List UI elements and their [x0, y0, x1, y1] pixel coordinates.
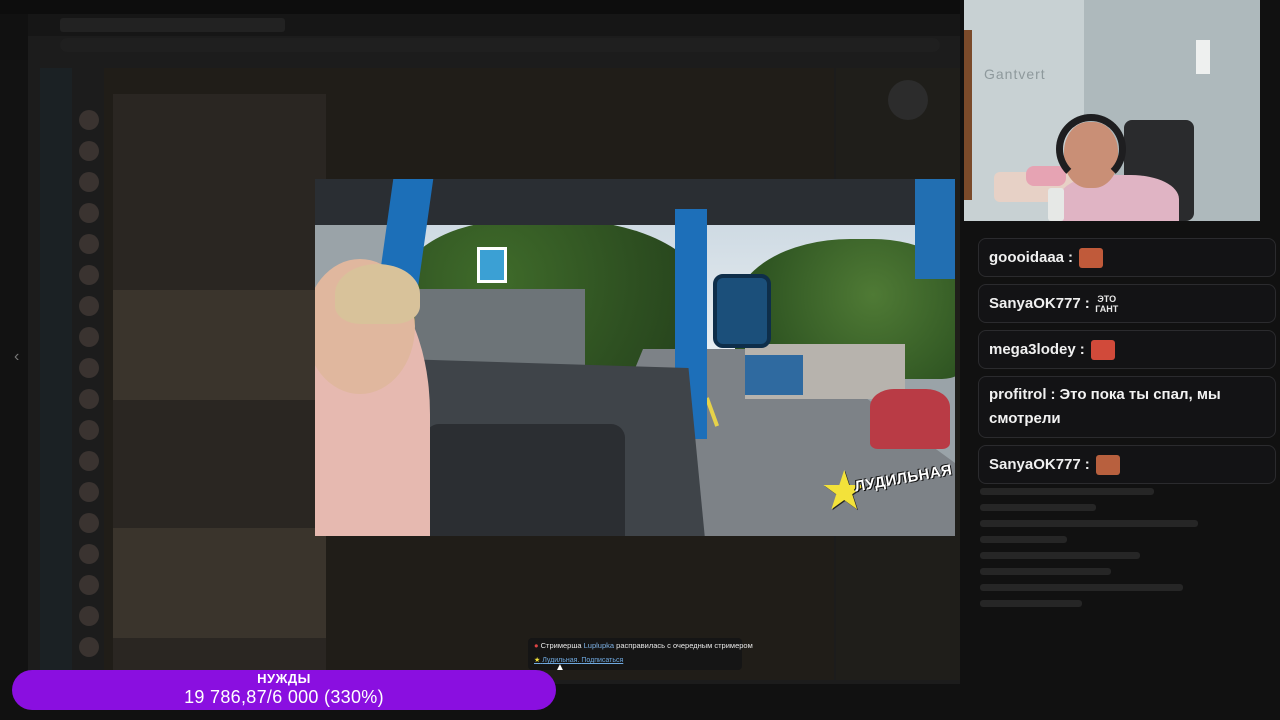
background-feed-image	[113, 528, 326, 638]
emote-face-icon	[1090, 340, 1115, 361]
webcam-door	[964, 30, 972, 200]
emote-face-icon	[1095, 455, 1120, 476]
avatar	[79, 420, 99, 440]
notification-name[interactable]: Luplupka	[584, 641, 614, 650]
avatar	[79, 544, 99, 564]
chat-username: profitrol	[989, 386, 1047, 403]
chat-message: mega3lodey:	[978, 330, 1276, 369]
video-motorbike	[870, 389, 950, 449]
video-passenger-hair	[335, 264, 420, 324]
background-logo	[888, 80, 928, 120]
chat-username: SanyaOK777	[989, 295, 1081, 312]
video-passenger	[315, 259, 430, 536]
headphones-icon	[1056, 114, 1126, 184]
avatar	[79, 606, 99, 626]
background-chat-line	[980, 520, 1198, 527]
background-chat-line	[980, 552, 1140, 559]
background-chat-line	[980, 536, 1067, 543]
background-chat-line	[980, 584, 1183, 591]
webcam-wall-device	[1196, 40, 1210, 74]
background-tab	[60, 18, 180, 32]
subscribe-link[interactable]: Подписаться	[581, 657, 623, 664]
background-feed-image	[113, 290, 326, 400]
goal-progress: 19 786,87/6 000 (330%)	[184, 687, 384, 707]
avatar	[79, 637, 99, 657]
chat-message: SanyaOK777:	[978, 445, 1276, 484]
notification-text: ● Стримерша Luplupka расправилась с очер…	[534, 641, 753, 650]
background-tab	[165, 18, 285, 32]
record-dot-icon: ●	[534, 641, 539, 650]
avatar	[79, 451, 99, 471]
chat-message: goooidaaa:	[978, 238, 1276, 277]
chat-separator: :	[1084, 295, 1090, 312]
chat-overlay: goooidaaa: SanyaOK777: ЭТО ГАНТ mega3lode…	[978, 238, 1276, 491]
video-rickshaw-frame	[915, 179, 955, 279]
avatar	[79, 265, 99, 285]
goal-title: НУЖДЫ	[257, 671, 311, 686]
video-steering-column	[425, 424, 625, 536]
chat-username: mega3lodey	[989, 341, 1076, 358]
donation-goal-bar: НУЖДЫ 19 786,87/6 000 (330%)	[12, 670, 556, 710]
chat-separator: :	[1084, 456, 1090, 473]
video-gate	[745, 355, 803, 395]
chat-username: goooidaaa	[989, 249, 1065, 266]
avatar	[79, 513, 99, 533]
star-icon: ★	[534, 657, 541, 664]
notification-suffix: расправилась с очередным стримером	[616, 641, 753, 650]
avatar	[79, 482, 99, 502]
background-avatar-list	[76, 110, 102, 670]
notification-prefix: Стримерша	[540, 641, 582, 650]
background-chat-line	[980, 600, 1082, 607]
avatar	[79, 327, 99, 347]
emote-face-icon	[1079, 248, 1104, 269]
background-top-bar	[0, 0, 960, 14]
stream-scene: ‹ ★ ЛУДИЛЬНАЯ Gantvert goooidaaa: Sanya…	[0, 0, 1280, 720]
webcam-feed: Gantvert	[964, 0, 1260, 221]
avatar	[79, 234, 99, 254]
webcam-bottle	[1048, 188, 1064, 221]
avatar	[79, 141, 99, 161]
avatar	[79, 296, 99, 316]
avatar	[79, 203, 99, 223]
background-address-bar	[60, 38, 940, 52]
webcam-pillow	[1026, 166, 1066, 186]
avatar	[79, 389, 99, 409]
chat-message: SanyaOK777: ЭТО ГАНТ	[978, 284, 1276, 323]
avatar	[79, 110, 99, 130]
chat-message: profitrol: Это пока ты спал, мы смотрели	[978, 376, 1276, 438]
avatar	[79, 575, 99, 595]
avatar	[79, 358, 99, 378]
emote-text-icon: ЭТО ГАНТ	[1095, 294, 1119, 315]
webcam-wall-sign: Gantvert	[984, 66, 1046, 82]
chat-separator: :	[1050, 386, 1056, 403]
avatar	[79, 172, 99, 192]
video-wall	[415, 289, 585, 369]
video-bus-sign	[477, 247, 507, 283]
background-sidebar	[40, 68, 72, 678]
chevron-left-icon[interactable]: ‹	[14, 348, 19, 366]
video-player[interactable]: ★ ЛУДИЛЬНАЯ	[315, 179, 955, 536]
background-left-rail	[0, 60, 28, 680]
background-chat-line	[980, 568, 1111, 575]
chat-separator: :	[1079, 341, 1085, 358]
background-chat-history	[980, 488, 1270, 678]
mouse-cursor-icon: ▲	[555, 662, 565, 673]
chat-separator: :	[1068, 249, 1074, 266]
background-chat-line	[980, 504, 1096, 511]
chat-username: SanyaOK777	[989, 456, 1081, 473]
video-side-mirror	[713, 274, 771, 348]
channel-watermark: ★ ЛУДИЛЬНАЯ	[820, 462, 954, 524]
